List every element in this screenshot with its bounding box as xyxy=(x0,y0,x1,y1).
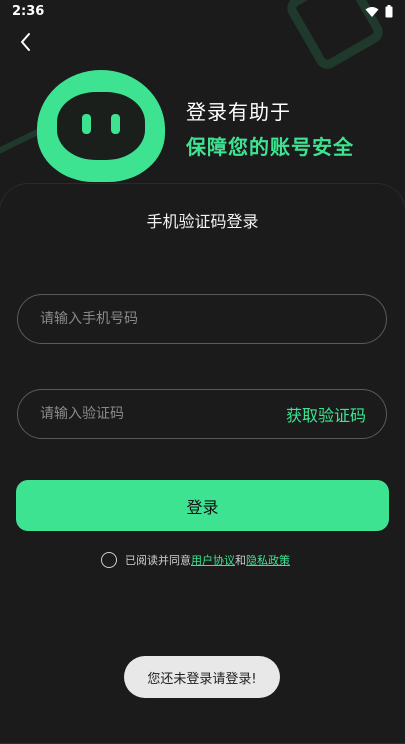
slogan-line2: 保障您的账号安全 xyxy=(186,135,354,159)
mascot-logo xyxy=(37,70,165,182)
code-field[interactable]: 获取验证码 xyxy=(17,389,387,439)
mascot-eye-right xyxy=(111,114,120,134)
agreement-checkbox[interactable] xyxy=(101,552,117,568)
slogan-line1: 登录有助于 xyxy=(186,100,291,124)
agreement-row: 已阅读并同意用户协议和隐私政策 xyxy=(101,552,290,568)
slogan: 登录有助于 保障您的账号安全 xyxy=(186,96,354,160)
battery-icon xyxy=(385,5,393,18)
login-button[interactable]: 登录 xyxy=(16,480,389,531)
chevron-left-icon xyxy=(21,33,30,51)
agreement-prefix: 已阅读并同意 xyxy=(125,554,191,567)
login-title: 手机验证码登录 xyxy=(146,212,259,231)
phone-input[interactable] xyxy=(38,310,366,328)
back-button[interactable] xyxy=(14,30,38,54)
mascot-eye-left xyxy=(82,114,91,134)
user-agreement-link[interactable]: 用户协议 xyxy=(191,554,235,567)
wifi-icon xyxy=(365,6,379,17)
toast-message: 您还未登录请登录! xyxy=(124,656,280,698)
status-bar: 2:36 xyxy=(0,0,405,24)
status-icons xyxy=(365,5,393,18)
get-code-button[interactable]: 获取验证码 xyxy=(286,402,366,426)
mascot-face xyxy=(57,92,145,160)
phone-field[interactable] xyxy=(17,294,387,344)
privacy-policy-link[interactable]: 隐私政策 xyxy=(246,554,290,567)
code-input[interactable] xyxy=(38,405,286,423)
status-time: 2:36 xyxy=(12,4,45,19)
agreement-and: 和 xyxy=(235,554,246,567)
